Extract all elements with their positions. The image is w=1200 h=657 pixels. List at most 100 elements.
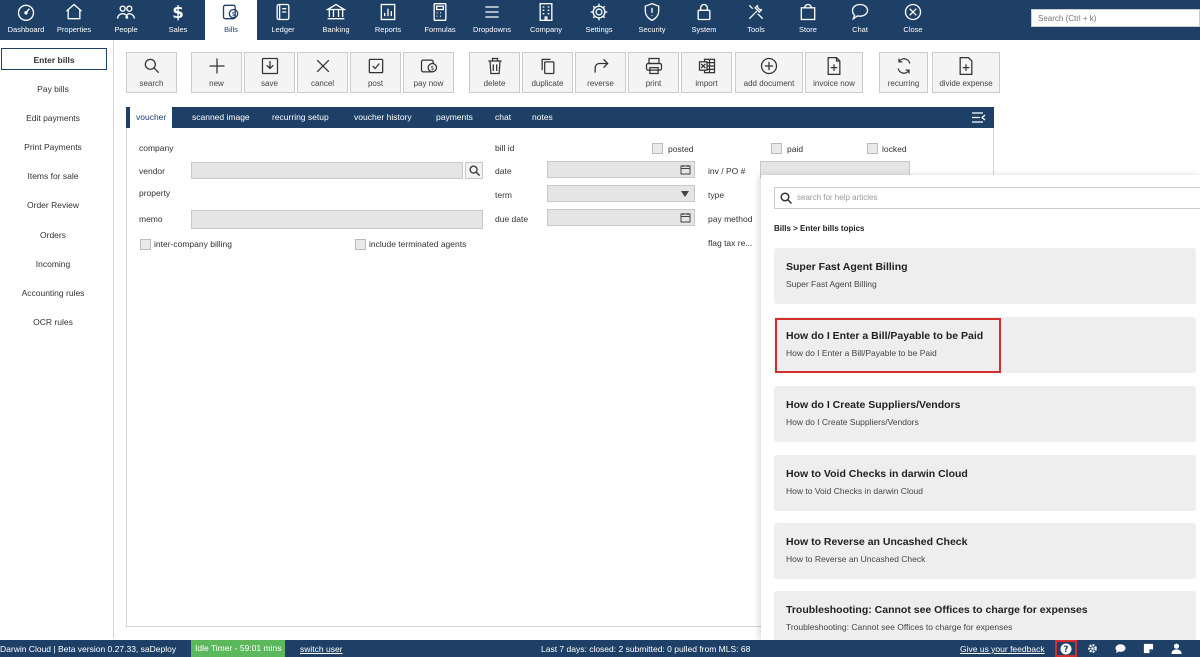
sidebar-item-ocr-rules[interactable]: OCR rules (0, 311, 106, 333)
due-date-input[interactable] (547, 209, 695, 226)
button-label: divide expense (939, 79, 993, 88)
feedback-link[interactable]: Give us your feedback (960, 644, 1045, 654)
nav-label: Bills (224, 25, 238, 34)
tab-voucher-history[interactable]: voucher history (348, 107, 418, 128)
nav-dropdowns[interactable]: Dropdowns (466, 0, 518, 40)
nav-properties[interactable]: Properties (48, 0, 100, 40)
search-icon (780, 192, 792, 204)
nav-chat[interactable]: Chat (834, 0, 886, 40)
article-title: Super Fast Agent Billing (786, 261, 908, 273)
user-icon[interactable] (1171, 643, 1182, 654)
vendor-label: vendor (139, 166, 165, 176)
locked-checkbox[interactable] (867, 143, 878, 154)
bills-icon: $ (222, 4, 239, 20)
vendor-search-button[interactable] (465, 162, 483, 179)
recurring-button[interactable]: recurring (879, 52, 928, 93)
nav-label: Security (638, 25, 666, 34)
svg-text:$: $ (430, 66, 434, 72)
sidebar-item-edit-payments[interactable]: Edit payments (0, 107, 106, 129)
save-button[interactable]: save (244, 52, 295, 93)
cancel-button[interactable]: cancel (297, 52, 348, 93)
chat-icon[interactable] (1115, 643, 1126, 654)
divide-expense-button[interactable]: divide expense (932, 52, 1000, 93)
help-article-card[interactable]: How to Void Checks in darwin Cloud How to… (774, 455, 1196, 511)
nav-ledger[interactable]: Ledger (257, 0, 309, 40)
help-article-card[interactable]: Super Fast Agent Billing Super Fast Agent… (774, 248, 1196, 304)
nav-settings[interactable]: Settings (573, 0, 625, 40)
posted-checkbox[interactable] (652, 143, 663, 154)
article-title: How to Reverse an Uncashed Check (786, 536, 968, 548)
sidebar-item-incoming[interactable]: Incoming (0, 253, 106, 275)
nav-people[interactable]: People (100, 0, 152, 40)
help-search-input[interactable]: search for help articles (774, 187, 1200, 209)
import-button[interactable]: import (681, 52, 732, 93)
paid-checkbox[interactable] (771, 143, 782, 154)
tab-scanned-image[interactable]: scanned image (186, 107, 256, 128)
reverse-button[interactable]: reverse (575, 52, 626, 93)
nav-sales[interactable]: $ Sales (152, 0, 204, 40)
nav-store[interactable]: Store (782, 0, 834, 40)
delete-button[interactable]: delete (469, 52, 520, 93)
print-button[interactable]: print (628, 52, 679, 93)
tab-chat[interactable]: chat (489, 107, 517, 128)
switch-user-link[interactable]: switch user (300, 644, 343, 654)
help-article-card[interactable]: How to Reverse an Uncashed Check How to R… (774, 523, 1196, 579)
ledger-icon (276, 3, 290, 21)
nav-close[interactable]: Close (887, 0, 939, 40)
button-label: search (139, 79, 164, 88)
help-article-card[interactable]: Troubleshooting: Cannot see Offices to c… (774, 591, 1196, 647)
tab-voucher[interactable]: voucher (130, 107, 173, 128)
duplicate-button[interactable]: duplicate (522, 52, 573, 93)
term-select[interactable] (547, 185, 695, 202)
nav-label: Dashboard (7, 25, 45, 34)
post-button[interactable]: post (350, 52, 401, 93)
include-terminated-label: include terminated agents (369, 239, 467, 249)
sidebar-item-items-for-sale[interactable]: Items for sale (0, 165, 106, 187)
copy-icon (541, 58, 554, 75)
date-input[interactable] (547, 161, 695, 178)
nav-tools[interactable]: Tools (730, 0, 782, 40)
property-label: property (139, 188, 171, 198)
gear-icon[interactable] (1087, 643, 1098, 654)
vendor-input[interactable] (191, 162, 463, 179)
nav-formulas[interactable]: Formulas (414, 0, 466, 40)
calendar-icon[interactable] (680, 164, 691, 175)
search-icon (469, 165, 480, 176)
sidebar-item-print-payments[interactable]: Print Payments (0, 136, 106, 158)
help-article-card[interactable]: How do I Create Suppliers/Vendors How do … (774, 386, 1196, 442)
svg-text:$: $ (172, 3, 184, 22)
home-icon (66, 3, 82, 20)
sidebar-item-orders[interactable]: Orders (0, 224, 106, 246)
sidebar-item-enter-bills[interactable]: Enter bills (1, 48, 107, 70)
lock-icon (697, 3, 711, 21)
highlight-box (775, 318, 1001, 373)
sidebar: Enter bills Pay bills Edit payments Print P… (0, 40, 114, 638)
collapse-menu-icon[interactable] (972, 112, 986, 123)
new-button[interactable]: new (191, 52, 242, 93)
add-document-button[interactable]: add document (735, 52, 803, 93)
tab-notes[interactable]: notes (526, 107, 559, 128)
nav-reports[interactable]: Reports (362, 0, 414, 40)
sidebar-item-order-review[interactable]: Order Review (0, 194, 106, 216)
global-search-input[interactable] (1031, 9, 1200, 27)
include-terminated-checkbox[interactable] (355, 239, 366, 250)
nav-security[interactable]: Security (626, 0, 678, 40)
nav-banking[interactable]: Banking (310, 0, 362, 40)
calendar-icon[interactable] (680, 212, 691, 223)
tab-payments[interactable]: payments (430, 107, 479, 128)
search-button[interactable]: search (126, 52, 177, 93)
invoice-now-button[interactable]: invoice now (805, 52, 863, 93)
inter-company-checkbox[interactable] (140, 239, 151, 250)
tab-recurring-setup[interactable]: recurring setup (266, 107, 335, 128)
pay-now-button[interactable]: $ pay now (403, 52, 454, 93)
note-icon[interactable] (1143, 643, 1154, 654)
nav-system[interactable]: System (678, 0, 730, 40)
sidebar-item-accounting-rules[interactable]: Accounting rules (0, 282, 106, 304)
help-icon[interactable]: ? (1060, 643, 1072, 655)
nav-company[interactable]: Company (520, 0, 572, 40)
nav-dashboard[interactable]: Dashboard (0, 0, 52, 40)
nav-bills[interactable]: $ Bills (205, 0, 257, 40)
memo-input[interactable] (191, 210, 483, 229)
button-label: duplicate (531, 79, 564, 88)
sidebar-item-pay-bills[interactable]: Pay bills (0, 78, 106, 100)
